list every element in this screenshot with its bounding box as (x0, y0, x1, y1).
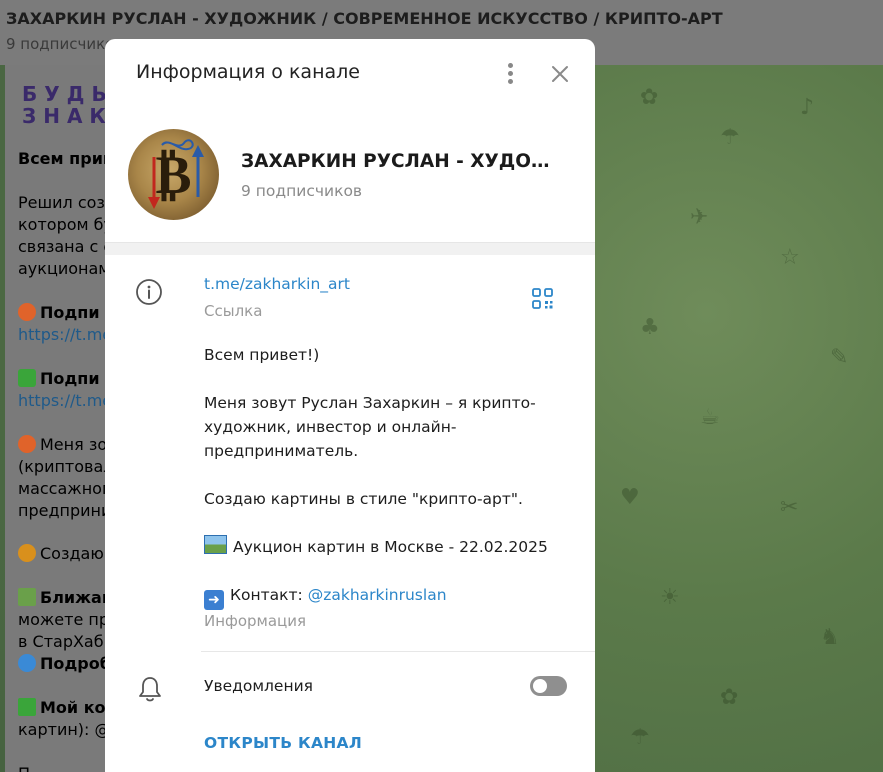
fire-icon (18, 435, 36, 453)
gem-icon (18, 654, 36, 672)
channel-message[interactable]: БУДЬ ЗНАК Всем прив Решил созд котором б… (5, 65, 110, 772)
message-line: Решил созд (18, 193, 110, 212)
qr-code-icon (532, 288, 553, 309)
message-line: Подпи (18, 303, 100, 322)
channel-header-title: ЗАХАРКИН РУСЛАН - ХУДОЖНИК / СОВРЕМЕННОЕ… (6, 9, 723, 28)
open-channel-button[interactable]: ОТКРЫТЬ КАНАЛ (204, 734, 362, 752)
message-line: (криптовал (18, 457, 110, 476)
message-line: можете при (18, 610, 110, 629)
message-line: аукционам (18, 259, 110, 278)
close-button[interactable] (547, 61, 573, 87)
notifications-toggle[interactable] (530, 676, 567, 696)
message-line: Подпи (18, 369, 100, 388)
message-line: Создаю (18, 544, 104, 563)
channel-avatar[interactable]: ₿ (128, 129, 219, 220)
right-arrow-icon: ➜ (204, 590, 224, 610)
check-icon (18, 369, 36, 387)
fire-icon (18, 303, 36, 321)
framed-picture-icon (204, 535, 227, 554)
message-line: Мой ко (18, 698, 106, 717)
description-auction: Аукцион картин в Москве - 22.02.2025 (204, 535, 548, 559)
message-link[interactable]: https://t.me (18, 391, 110, 410)
more-dot (508, 71, 513, 76)
dialog-title: Информация о канале (136, 61, 360, 83)
qr-code-button[interactable] (531, 287, 555, 311)
message-line: Ближай (18, 588, 110, 607)
promo-banner: БУДЬ ЗНАК (22, 82, 110, 128)
message-line: предприни (18, 501, 110, 520)
close-icon (552, 66, 568, 82)
divider (201, 651, 595, 652)
channel-info-dialog: Информация о канале ₿ ЗАХАРКИН РУСЛАН - … (105, 39, 595, 772)
more-dot (508, 79, 513, 84)
message-line: связана с с (18, 237, 110, 256)
picture-icon (18, 588, 36, 606)
message-line: Всем прив (18, 149, 110, 168)
message-line: в СтарХаб н (18, 632, 110, 651)
message-link[interactable]: https://t.me (18, 325, 110, 344)
subscriber-count: 9 подписчиков (241, 182, 363, 200)
section-separator (105, 242, 595, 255)
message-line: П (18, 764, 30, 772)
description-contact: ➜ Контакт: @zakharkinruslan (204, 583, 447, 610)
bell-icon (137, 675, 163, 703)
bitcoin-icon (18, 544, 36, 562)
channel-name: ЗАХАРКИН РУСЛАН - ХУДОЖНИК / СОВРЕМЕННОЕ… (241, 151, 571, 172)
toggle-knob (533, 679, 547, 693)
description-greeting: Всем привет!) (204, 346, 320, 364)
message-line: Подроб (18, 654, 110, 673)
description-line: предприниматель. (204, 442, 359, 460)
avatar-art (148, 139, 204, 209)
channel-link[interactable]: t.me/zakharkin_art (204, 275, 350, 293)
info-icon (136, 279, 162, 305)
more-menu-button[interactable] (497, 61, 523, 87)
notifications-label: Уведомления (204, 677, 313, 695)
more-dot (508, 63, 513, 68)
message-line: Меня зо (18, 435, 107, 454)
description-line: Меня зовут Руслан Захаркин – я крипто- (204, 394, 536, 412)
plus-icon (18, 698, 36, 716)
description-caption: Информация (204, 612, 307, 630)
contact-link[interactable]: @zakharkinruslan (308, 586, 447, 604)
link-caption: Ссылка (204, 302, 263, 320)
message-line: массажного (18, 479, 110, 498)
message-line: котором бу (18, 215, 110, 234)
description-line: художник, инвестор и онлайн- (204, 418, 457, 436)
message-line: картин): @z (18, 720, 110, 739)
description-line: Создаю картины в стиле "крипто-арт". (204, 490, 523, 508)
